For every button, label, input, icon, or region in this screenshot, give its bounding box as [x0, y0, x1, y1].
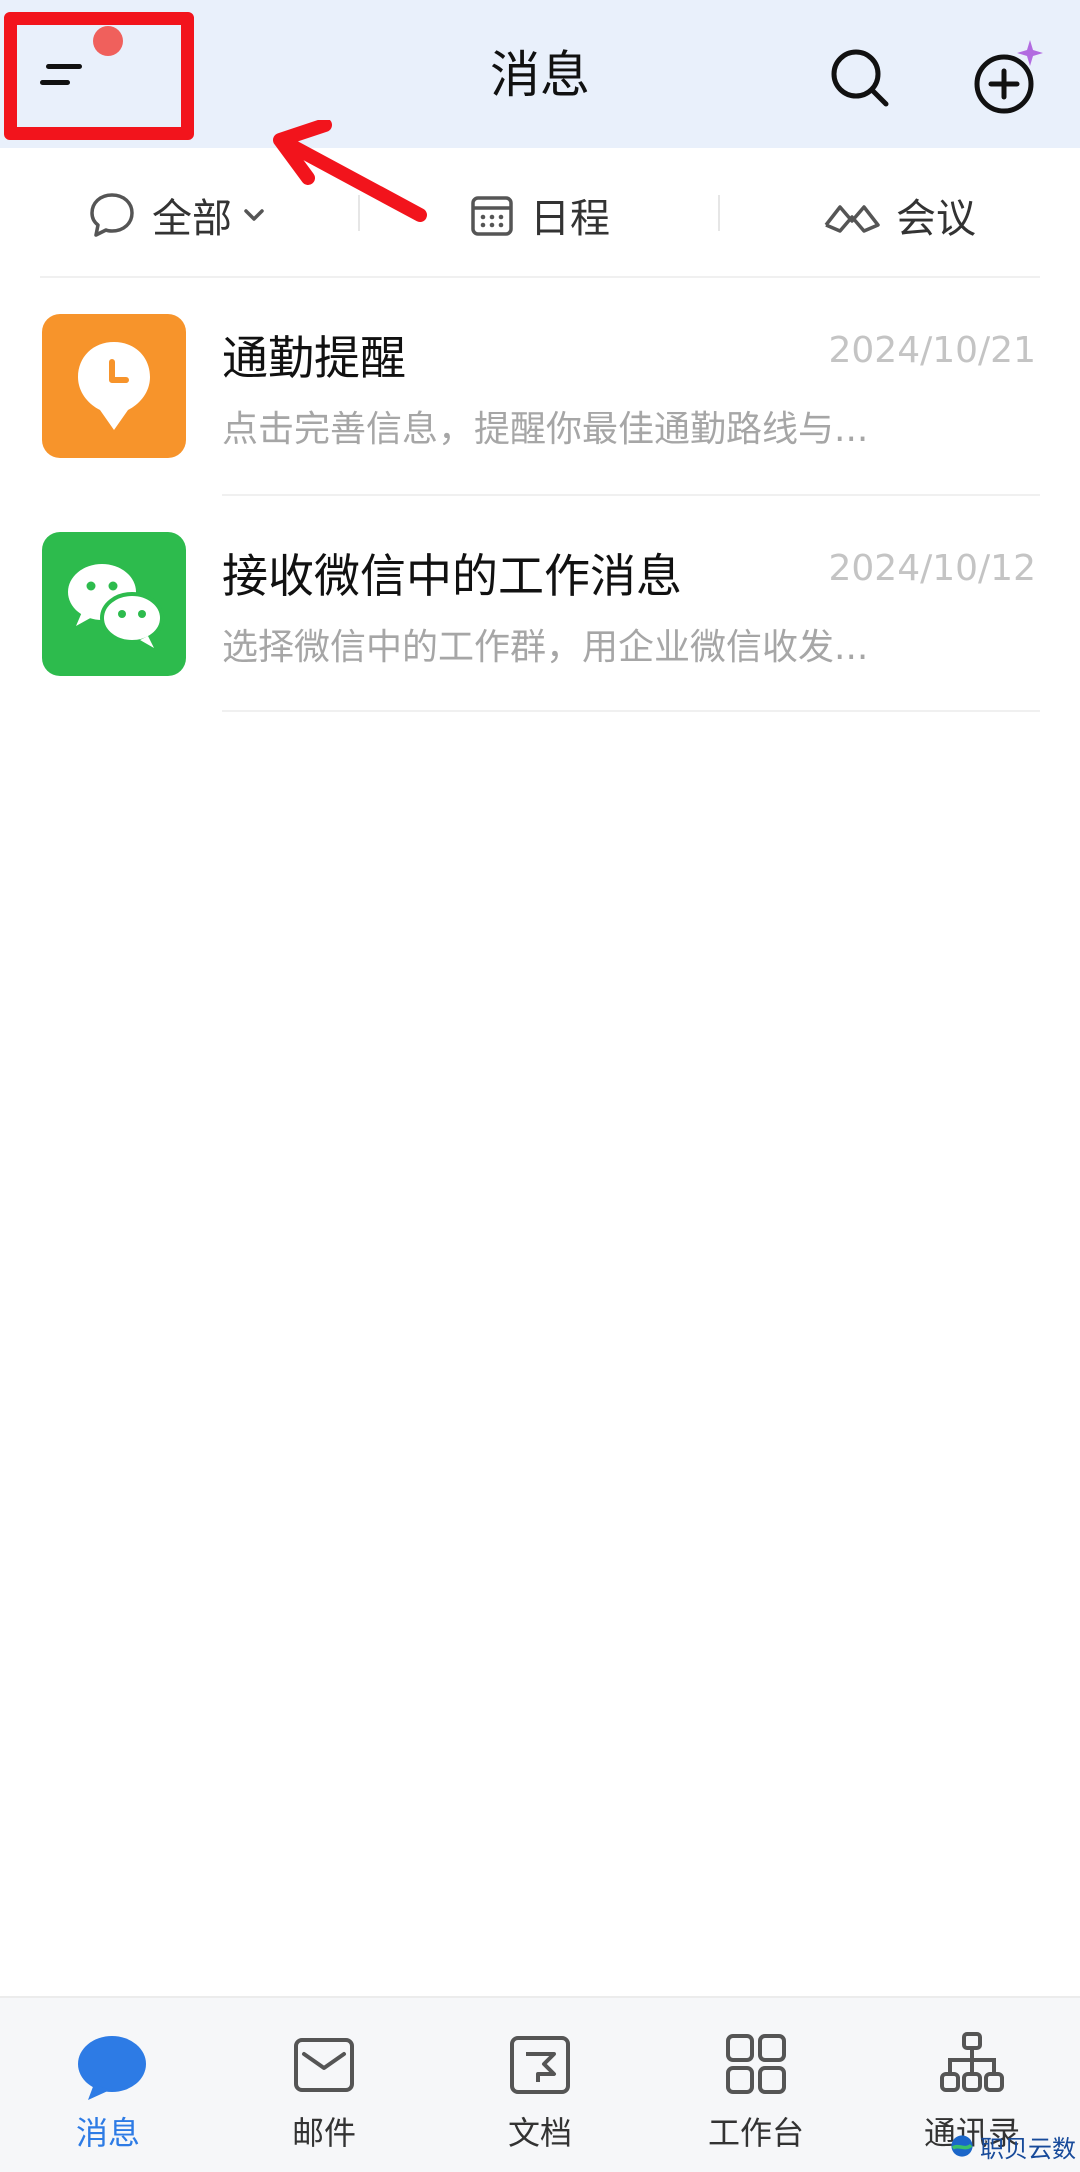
divider	[40, 276, 1040, 278]
add-sparkle-icon	[974, 40, 1043, 114]
tab-messages[interactable]: 消息	[8, 1998, 208, 2172]
chat-bubble-icon	[90, 193, 134, 237]
filter-meeting-label: 会议	[896, 196, 976, 242]
commute-avatar	[42, 314, 186, 458]
divider	[222, 494, 1040, 496]
tab-workbench[interactable]: 工作台	[656, 1998, 856, 2172]
grid-icon	[726, 2034, 786, 2094]
globe-logo-icon	[951, 2135, 973, 2157]
tab-workbench-label: 工作台	[707, 2114, 804, 2152]
watermark-text: 职贝云数	[980, 2134, 1076, 2163]
bottom-tab-bar: 消息 邮件 文档 工作台 通讯录	[0, 1996, 1080, 2172]
org-chart-icon	[940, 2032, 1004, 2092]
watermark: 职贝云数	[950, 2126, 1076, 2166]
filter-divider	[718, 195, 720, 231]
conversation-preview: 选择微信中的工作群，用企业微信收发...	[222, 627, 869, 668]
wechat-avatar	[42, 532, 186, 676]
divider	[222, 710, 1040, 712]
calendar-icon	[471, 196, 513, 236]
filter-schedule-label: 日程	[530, 196, 610, 242]
chevron-down-icon	[244, 209, 264, 221]
tab-messages-label: 消息	[75, 2114, 140, 2152]
mail-icon	[294, 2038, 354, 2092]
conversation-item-commute[interactable]: 通勤提醒 2024/10/21 点击完善信息，提醒你最佳通勤路线与...	[0, 294, 1080, 494]
conversation-item-wechat[interactable]: 接收微信中的工作消息 2024/10/12 选择微信中的工作群，用企业微信收发.…	[0, 512, 1080, 712]
tab-documents-label: 文档	[507, 2114, 572, 2152]
tab-mail[interactable]: 邮件	[224, 1998, 424, 2172]
conversation-title: 接收微信中的工作消息	[222, 549, 682, 603]
filter-meeting[interactable]: 会议	[822, 170, 976, 260]
document-icon	[510, 2036, 570, 2094]
tab-mail-label: 邮件	[291, 2114, 356, 2152]
filter-all-label: 全部	[152, 196, 232, 242]
message-bubble-icon	[78, 2036, 146, 2100]
filter-schedule[interactable]: 日程	[468, 170, 610, 260]
search-icon	[831, 49, 889, 107]
filter-bar: 全部 日程 会议	[0, 170, 1080, 260]
wechat-icon	[68, 564, 164, 648]
highlight-box	[4, 12, 194, 140]
search-button[interactable]	[820, 40, 900, 120]
add-button[interactable]	[960, 30, 1060, 130]
tab-documents[interactable]: 文档	[440, 1998, 640, 2172]
meeting-icon	[824, 205, 880, 233]
conversation-date: 2024/10/12	[828, 548, 1037, 589]
conversation-title: 通勤提醒	[222, 331, 406, 385]
conversation-preview: 点击完善信息，提醒你最佳通勤路线与...	[222, 409, 869, 450]
conversation-date: 2024/10/21	[828, 330, 1037, 371]
filter-all[interactable]: 全部	[86, 170, 268, 260]
clock-pin-icon	[78, 342, 150, 430]
filter-divider	[358, 195, 360, 231]
